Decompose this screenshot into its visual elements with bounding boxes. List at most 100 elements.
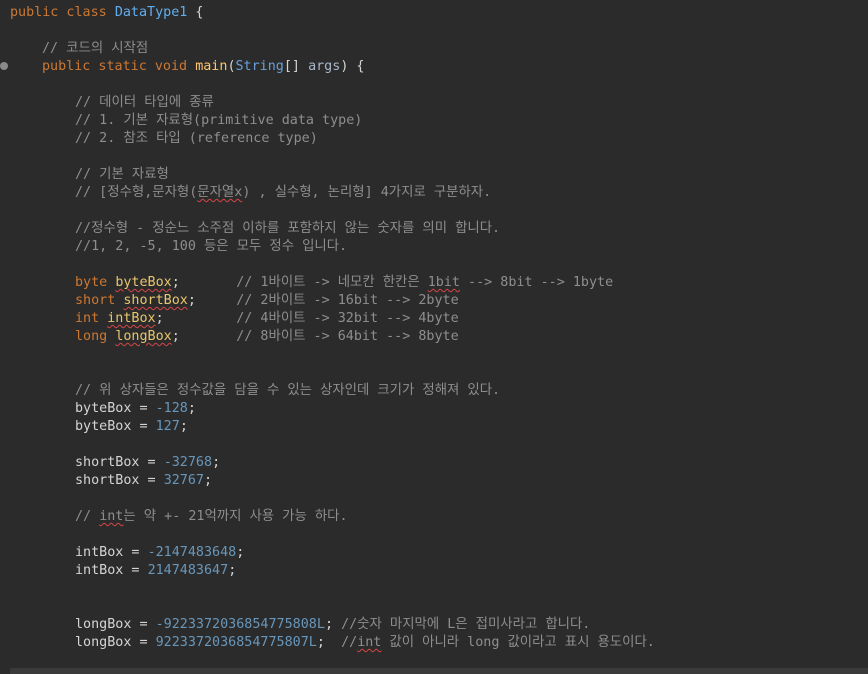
code-token: = (131, 401, 156, 416)
code-token: ; (171, 329, 237, 344)
code-token: 127 (155, 419, 180, 434)
code-line[interactable]: // 데이터 타입에 종류 (75, 94, 214, 112)
code-token: = (123, 563, 148, 578)
code-token: intBox (75, 563, 124, 578)
code-token: = (131, 419, 156, 434)
code-token: -9223372036854775808L (155, 617, 325, 632)
code-token: long (75, 329, 116, 344)
code-line[interactable]: longBox = -9223372036854775808L; //숫자 마지… (75, 616, 590, 634)
code-token: //1, 2, -5, 100 등은 모두 정수 입니다. (75, 239, 348, 254)
code-token: shortBox (75, 455, 140, 470)
code-token: // 데이터 타입에 종류 (75, 95, 214, 110)
code-token: ; (316, 635, 342, 650)
code-line[interactable]: // int는 약 +- 21억까지 사용 가능 하다. (75, 508, 348, 526)
code-line[interactable]: long longBox; // 8바이트 -> 64bit --> 8byte (75, 328, 459, 346)
horizontal-scrollbar[interactable] (10, 668, 868, 674)
code-token: int (99, 509, 124, 524)
code-token: // 1바이트 -> 네모칸 한칸은 (236, 275, 428, 290)
code-line[interactable]: // 2. 참조 타입 (reference type) (75, 130, 318, 148)
code-token: 값이 아니라 long 값이라고 표시 용도이다. (381, 635, 655, 650)
code-line[interactable]: byte byteBox; // 1바이트 -> 네모칸 한칸은 1bit --… (75, 274, 613, 292)
code-token: = (131, 635, 156, 650)
code-token: ; (324, 617, 342, 632)
code-token: byteBox (115, 275, 172, 290)
code-token: public static void (42, 59, 196, 74)
code-token: // (341, 635, 358, 650)
code-line[interactable]: // 기본 자료형 (75, 166, 169, 184)
code-line[interactable]: //1, 2, -5, 100 등은 모두 정수 입니다. (75, 238, 347, 256)
code-token: ; (187, 401, 196, 416)
code-token: // 4바이트 -> 32bit --> 4byte (236, 311, 459, 326)
code-token: args (308, 59, 341, 74)
code-token: shortBox (75, 473, 140, 488)
code-token: //숫자 마지막에 L은 접미사라고 합니다. (341, 617, 591, 632)
code-token: byteBox (75, 419, 132, 434)
code-line[interactable]: intBox = -2147483648; (75, 544, 244, 562)
code-token: ; (171, 275, 237, 290)
code-token: -32768 (163, 455, 213, 470)
code-line[interactable]: shortBox = 32767; (75, 472, 212, 490)
code-line[interactable]: public class DataType1 { (10, 4, 204, 22)
code-token: ) , 실수형, 논리형] 4가지로 구분하자. (242, 185, 492, 200)
code-token: = (139, 473, 164, 488)
code-line[interactable]: short shortBox; // 2바이트 -> 16bit --> 2by… (75, 292, 459, 310)
code-token: // (75, 509, 100, 524)
code-editor[interactable]: public class DataType1 {// 코드의 시작점 public… (0, 0, 868, 674)
code-token: ; (236, 545, 245, 560)
code-token: int (75, 311, 108, 326)
code-token: // 위 상자들은 정수값을 담을 수 있는 상자인데 크기가 정해져 있다. (75, 383, 501, 398)
code-token: public class (10, 5, 115, 20)
code-token: short (75, 293, 124, 308)
code-token: // [정수형,문자형( (75, 185, 198, 200)
code-token: String (235, 59, 284, 74)
code-line[interactable]: shortBox = -32768; (75, 454, 220, 472)
code-token: //정수형 - 정순느 소주점 이하를 포함하지 않는 숫자를 의미 합니다. (75, 221, 501, 236)
code-token: longBox (115, 329, 172, 344)
code-line[interactable]: // 위 상자들은 정수값을 담을 수 있는 상자인데 크기가 정해져 있다. (75, 382, 500, 400)
editor-gutter (0, 0, 10, 674)
code-token: --> 8bit --> 1byte (460, 275, 614, 290)
code-line[interactable]: int intBox; // 4바이트 -> 32bit --> 4byte (75, 310, 459, 328)
code-token: byteBox (75, 401, 132, 416)
code-token: -128 (155, 401, 188, 416)
code-line[interactable]: intBox = 2147483647; (75, 562, 236, 580)
code-token: ; (212, 455, 221, 470)
code-token: // 1. 기본 자료형(primitive data type) (75, 113, 363, 128)
code-token: DataType1 (114, 5, 188, 20)
code-line[interactable]: public static void main(String[] args) { (42, 58, 365, 76)
code-token: = (139, 455, 164, 470)
code-token: -2147483648 (147, 545, 237, 560)
code-token: ; (204, 473, 213, 488)
code-token: ( (227, 59, 236, 74)
code-line[interactable]: longBox = 9223372036854775807L; //int 값이… (75, 634, 655, 652)
code-token: // 8바이트 -> 64bit --> 8byte (236, 329, 459, 344)
code-token: // 기본 자료형 (75, 167, 169, 182)
code-token: 1bit (427, 275, 460, 290)
code-token: 9223372036854775807L (155, 635, 317, 650)
code-token: main (195, 59, 228, 74)
code-line[interactable]: // 코드의 시작점 (42, 40, 148, 58)
code-token: ; (228, 563, 237, 578)
code-token: = (131, 617, 156, 632)
code-token: ; (155, 311, 237, 326)
code-token: ; (179, 419, 188, 434)
code-token: ) { (340, 59, 365, 74)
code-token: longBox (75, 617, 132, 632)
code-line[interactable]: // [정수형,문자형(문자열x) , 실수형, 논리형] 4가지로 구분하자. (75, 184, 491, 202)
code-token: shortBox (123, 293, 188, 308)
code-token: intBox (107, 311, 156, 326)
code-token: 32767 (163, 473, 204, 488)
code-token: [] (283, 59, 309, 74)
code-token: intBox (75, 545, 124, 560)
code-token: 는 약 +- 21억까지 사용 가능 하다. (123, 509, 348, 524)
code-token: { (187, 5, 204, 20)
code-token: 2147483647 (147, 563, 229, 578)
code-line[interactable]: // 1. 기본 자료형(primitive data type) (75, 112, 362, 130)
code-line[interactable]: byteBox = 127; (75, 418, 188, 436)
code-token: // 2바이트 -> 16bit --> 2byte (236, 293, 459, 308)
code-line[interactable]: byteBox = -128; (75, 400, 196, 418)
fold-marker-icon[interactable] (0, 62, 8, 70)
code-token: byte (75, 275, 116, 290)
code-token: = (123, 545, 148, 560)
code-line[interactable]: //정수형 - 정순느 소주점 이하를 포함하지 않는 숫자를 의미 합니다. (75, 220, 500, 238)
